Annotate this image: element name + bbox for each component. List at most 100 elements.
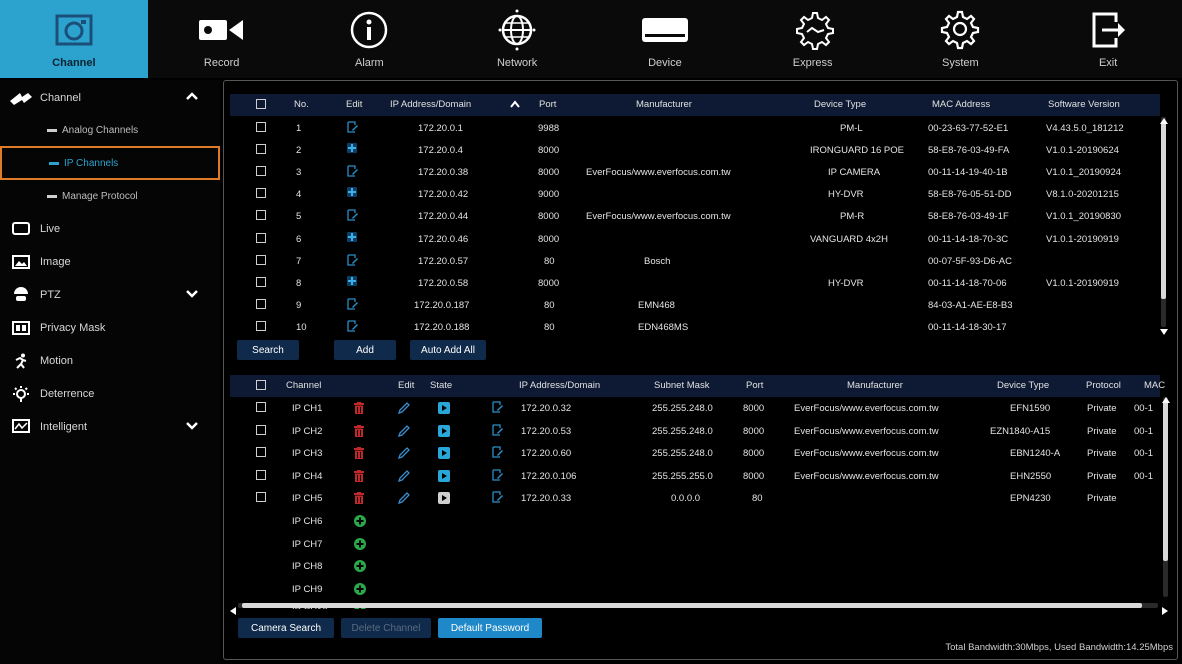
row-checkbox[interactable]: [256, 254, 266, 268]
add-device-icon[interactable]: [347, 187, 357, 200]
add-channel-icon[interactable]: [354, 537, 366, 553]
live-preview-icon[interactable]: [438, 402, 450, 417]
row-checkbox[interactable]: [256, 232, 266, 246]
nav-record[interactable]: Record: [148, 0, 296, 78]
column-header-software[interactable]: Software Version: [1048, 99, 1120, 110]
live-preview-icon[interactable]: [438, 447, 450, 462]
row-checkbox[interactable]: [256, 320, 266, 334]
table-row[interactable]: IP CH3 172.20.0.60 255.255.248.0 8000 EverFo…: [230, 443, 1160, 465]
table-row[interactable]: IP CH9: [230, 579, 1160, 601]
table-row[interactable]: 8 172.20.0.58 8000 HY-DVR 00-11-14-18-70-06 V…: [230, 273, 1160, 295]
edit-icon[interactable]: [347, 165, 359, 180]
column-header-device-type[interactable]: Device Type: [814, 99, 866, 110]
nav-network[interactable]: Network: [443, 0, 591, 78]
add-channel-icon[interactable]: [354, 582, 366, 598]
row-checkbox[interactable]: [256, 469, 266, 483]
column-header-port[interactable]: Port: [539, 99, 556, 110]
live-preview-icon[interactable]: [438, 492, 450, 507]
pencil-edit-icon[interactable]: [397, 469, 410, 485]
live-preview-icon[interactable]: [438, 424, 450, 440]
table-row[interactable]: 6 172.20.0.46 8000 VANGUARD 4x2H 00-11-14-18…: [230, 229, 1160, 251]
table-row[interactable]: IP CH2 172.20.0.53 255.255.248.0 8000 EverFo…: [230, 421, 1160, 443]
nav-channel[interactable]: Channel: [0, 0, 148, 78]
default-password-button[interactable]: Default Password: [438, 618, 542, 638]
edit-icon[interactable]: [347, 320, 359, 335]
table-row[interactable]: IP CH6: [230, 511, 1160, 533]
edit-icon[interactable]: [492, 446, 504, 461]
row-checkbox[interactable]: [256, 276, 266, 290]
sidebar-item-privacy-mask[interactable]: Privacy Mask: [0, 312, 220, 344]
nav-exit[interactable]: Exit: [1034, 0, 1182, 78]
delete-icon[interactable]: [354, 447, 364, 462]
row-checkbox[interactable]: [256, 447, 266, 460]
edit-icon[interactable]: [347, 121, 359, 136]
sidebar-item-deterrence[interactable]: Deterrence: [0, 378, 220, 410]
delete-icon[interactable]: [354, 492, 364, 507]
select-all-checkbox[interactable]: [256, 99, 266, 112]
pencil-edit-icon[interactable]: [397, 424, 410, 440]
row-checkbox[interactable]: [256, 424, 266, 438]
nav-express[interactable]: Express: [739, 0, 887, 78]
sidebar-sub-ip-channels[interactable]: IP Channels: [0, 146, 220, 180]
column-header-mac[interactable]: MAC Address: [932, 99, 990, 110]
table-row[interactable]: 3 172.20.0.38 8000 EverFocus/www.everfocus.…: [230, 162, 1160, 184]
edit-icon[interactable]: [492, 423, 504, 439]
row-checkbox[interactable]: [256, 188, 266, 201]
sidebar-item-intelligent[interactable]: Intelligent: [0, 411, 220, 443]
sidebar-item-ptz[interactable]: PTZ: [0, 279, 220, 311]
pencil-edit-icon[interactable]: [397, 492, 410, 507]
table-row[interactable]: 1 172.20.0.1 9988 PM-L 00-23-63-77-52-E1 V4.4…: [230, 118, 1160, 140]
table-row[interactable]: 5 172.20.0.44 8000 EverFocus/www.everfocus.…: [230, 206, 1160, 228]
device-table-scrollbar[interactable]: [1161, 117, 1166, 327]
table-row[interactable]: IP CH8: [230, 556, 1160, 578]
edit-icon[interactable]: [347, 209, 359, 224]
add-button[interactable]: Add: [334, 340, 396, 360]
nav-system[interactable]: System: [887, 0, 1035, 78]
select-all-checkbox[interactable]: [256, 380, 266, 393]
add-channel-icon[interactable]: [354, 560, 366, 575]
scroll-down-icon[interactable]: [1160, 322, 1168, 340]
nav-device[interactable]: Device: [591, 0, 739, 78]
table-row[interactable]: 7 172.20.0.57 80 Bosch 00-07-5F-93-D6-AC: [230, 251, 1160, 273]
delete-icon[interactable]: [354, 402, 364, 417]
column-header-edit[interactable]: Edit: [346, 99, 362, 110]
add-device-icon[interactable]: [347, 143, 357, 156]
edit-icon[interactable]: [492, 469, 504, 484]
row-checkbox[interactable]: [256, 210, 266, 223]
row-checkbox[interactable]: [256, 402, 266, 415]
column-header-manufacturer[interactable]: Manufacturer: [636, 99, 692, 110]
table-row[interactable]: IP CH1 172.20.0.32 255.255.248.0 8000 EverFo…: [230, 398, 1160, 420]
delete-icon[interactable]: [354, 469, 364, 485]
table-row[interactable]: IP CH4 172.20.0.106 255.255.255.0 8000 EverF…: [230, 466, 1160, 488]
sort-ascending-icon[interactable]: [510, 100, 520, 111]
pencil-edit-icon[interactable]: [397, 447, 410, 462]
edit-icon[interactable]: [347, 298, 359, 313]
edit-icon[interactable]: [492, 401, 504, 416]
scroll-up-icon[interactable]: [1160, 111, 1168, 129]
table-row[interactable]: 9 172.20.0.187 80 EMN468 84-03-A1-AE-E8-B3: [230, 295, 1160, 317]
scroll-up-icon[interactable]: [1162, 390, 1170, 408]
add-device-icon[interactable]: [347, 275, 357, 289]
row-checkbox[interactable]: [256, 298, 266, 312]
delete-channel-button[interactable]: Delete Channel: [341, 618, 431, 638]
sidebar-item-image[interactable]: Image: [0, 246, 220, 278]
sidebar-item-channel[interactable]: Channel: [0, 82, 220, 114]
delete-icon[interactable]: [354, 424, 364, 440]
column-header-ip[interactable]: IP Address/Domain: [390, 99, 471, 110]
sidebar-item-motion[interactable]: Motion: [0, 345, 220, 377]
chevron-down-icon[interactable]: [186, 288, 198, 301]
edit-icon[interactable]: [347, 253, 359, 269]
sidebar-sub-analog-channels[interactable]: Analog Channels: [0, 114, 220, 146]
horizontal-scrollbar[interactable]: [238, 603, 1158, 608]
search-button[interactable]: Search: [237, 340, 299, 360]
add-channel-icon[interactable]: [354, 515, 366, 530]
auto-add-all-button[interactable]: Auto Add All: [410, 340, 486, 360]
row-checkbox[interactable]: [256, 122, 266, 135]
scrollbar-thumb[interactable]: [242, 603, 1142, 608]
add-device-icon[interactable]: [347, 231, 357, 245]
row-checkbox[interactable]: [256, 492, 266, 505]
row-checkbox[interactable]: [256, 166, 266, 179]
row-checkbox[interactable]: [256, 144, 266, 157]
camera-search-button[interactable]: Camera Search: [238, 618, 334, 638]
channel-table-scrollbar[interactable]: [1163, 397, 1168, 597]
